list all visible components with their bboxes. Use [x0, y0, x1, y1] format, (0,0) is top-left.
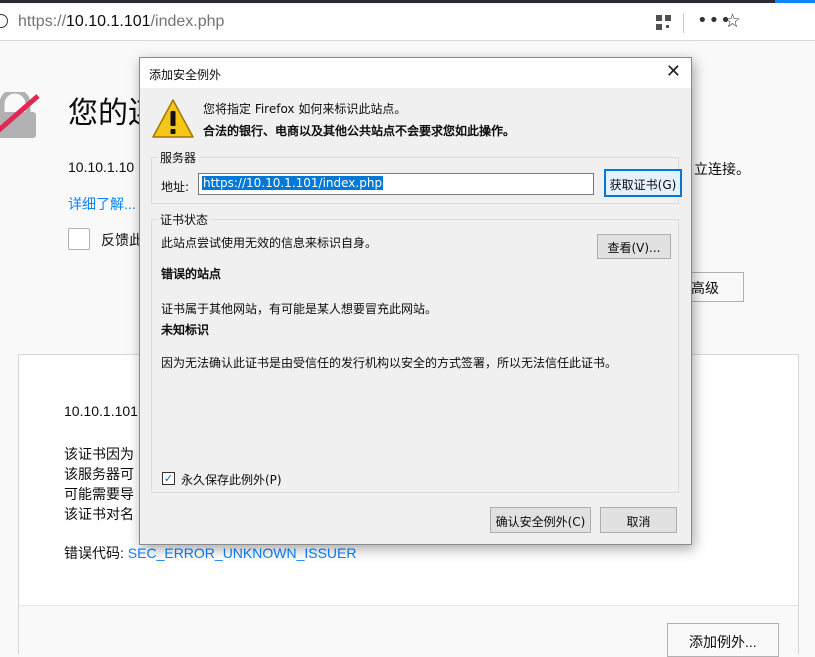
advanced-footer: 添加例外...: [19, 605, 798, 657]
error-host-text: 10.10.1.10: [68, 159, 135, 175]
advanced-host: 10.10.1.101: [64, 403, 138, 419]
permanent-checkbox[interactable]: ✓: [162, 472, 175, 485]
url-bar[interactable]: https://10.10.1.101/index.php ••• ☆: [0, 5, 815, 41]
dialog-warning-text: 合法的银行、电商以及其他公共站点不会要求您如此操作。: [203, 124, 516, 138]
advanced-line: 该服务器可: [64, 466, 134, 482]
unknown-identity-text: 因为无法确认此证书是由受信任的发行机构以安全的方式签署，所以无法信任此证书。: [161, 356, 618, 370]
status-intro: 此站点尝试使用无效的信息来标识自身。: [161, 236, 378, 250]
bookmark-star-icon[interactable]: ☆: [724, 10, 741, 32]
close-icon[interactable]: ✕: [666, 61, 681, 82]
learn-more-link[interactable]: 详细了解...: [68, 194, 136, 214]
cancel-button[interactable]: 取消: [600, 507, 677, 533]
wrong-site-heading: 错误的站点: [161, 267, 222, 281]
report-checkbox[interactable]: [68, 228, 90, 250]
view-certificate-button[interactable]: 查看(V)...: [597, 234, 671, 259]
window-accent: [775, 0, 815, 3]
window-top-edge: [0, 0, 815, 3]
wrong-site-text: 证书属于其他网站，有可能是某人想要冒充此网站。: [161, 302, 438, 316]
address-input[interactable]: https://10.10.1.101/index.php: [198, 173, 594, 195]
server-group-label: 服务器: [157, 149, 200, 166]
qr-code-icon[interactable]: [656, 15, 671, 30]
unknown-identity-heading: 未知标识: [161, 323, 210, 337]
permanent-label[interactable]: 永久保存此例外(P): [181, 471, 282, 488]
report-label: 反馈此: [101, 232, 143, 248]
advanced-line: 该证书因为: [64, 446, 134, 462]
address-value: https://10.10.1.101/index.php: [202, 176, 384, 190]
dialog-message: 您将指定 Firefox 如何来标识此站点。: [203, 102, 407, 116]
error-description-tail: 立连接。: [694, 161, 750, 177]
server-group: 服务器 地址: https://10.10.1.101/index.php 获取…: [151, 149, 682, 204]
url-text[interactable]: https://10.10.1.101/index.php: [18, 13, 224, 31]
error-code-link[interactable]: SEC_ERROR_UNKNOWN_ISSUER: [128, 545, 357, 561]
site-info-icon[interactable]: [0, 14, 8, 28]
status-group-label: 证书状态: [157, 211, 212, 228]
broken-lock-icon: [0, 92, 40, 138]
url-bar-separator: [683, 13, 684, 33]
get-certificate-button[interactable]: 获取证书(G): [604, 169, 682, 197]
error-code: 错误代码: SEC_ERROR_UNKNOWN_ISSUER: [64, 545, 357, 561]
dialog-title: 添加安全例外: [149, 68, 222, 82]
address-label: 地址:: [161, 180, 190, 194]
advanced-line: 可能需要导: [64, 486, 134, 502]
certificate-status-group: 证书状态 此站点尝试使用无效的信息来标识自身。 查看(V)... 错误的站点 证…: [151, 211, 679, 493]
advanced-line: 该证书对名: [64, 506, 134, 522]
dialog-titlebar[interactable]: 添加安全例外 ✕: [140, 58, 691, 88]
warning-icon: [152, 99, 194, 138]
add-exception-button[interactable]: 添加例外...: [667, 623, 779, 657]
confirm-exception-button[interactable]: 确认安全例外(C): [490, 507, 591, 533]
add-security-exception-dialog: 添加安全例外 ✕ 您将指定 Firefox 如何来标识此站点。 合法的银行、电商…: [139, 57, 692, 545]
